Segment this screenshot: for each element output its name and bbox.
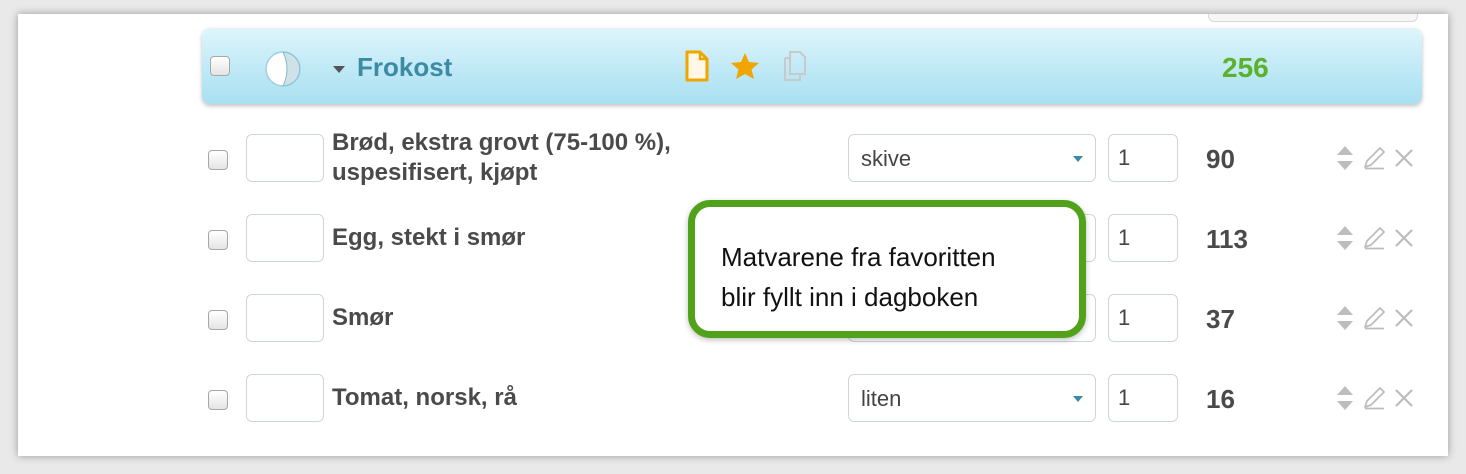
sort-icon[interactable] xyxy=(1336,384,1354,412)
callout-box: Matvarene fra favoritten blir fyllt inn … xyxy=(688,200,1086,338)
row-checkbox[interactable] xyxy=(208,150,228,170)
sort-icon[interactable] xyxy=(1336,144,1354,172)
star-icon[interactable] xyxy=(730,52,760,80)
food-row: Tomat, norsk, rå liten 16 xyxy=(202,362,1422,434)
dropdown-arrow-icon xyxy=(1073,156,1083,162)
food-name: Brød, ekstra grovt (75-100 %), uspesifis… xyxy=(332,122,802,194)
food-row: Brød, ekstra grovt (75-100 %), uspesifis… xyxy=(202,122,1422,194)
meal-title[interactable]: Frokost xyxy=(357,52,452,83)
row-kcal: 37 xyxy=(1206,304,1235,334)
pencil-icon[interactable] xyxy=(1362,146,1386,170)
food-name-line: Smør xyxy=(332,304,394,331)
food-name-line: Brød, ekstra grovt (75-100 %), xyxy=(332,129,671,156)
food-image-box[interactable] xyxy=(246,214,324,262)
document-icon[interactable] xyxy=(684,50,710,82)
close-icon[interactable] xyxy=(1394,228,1414,248)
meal-header: Frokost 256 xyxy=(202,28,1422,104)
callout-line: blir fyllt inn i dagboken xyxy=(721,282,979,312)
quantity-input[interactable] xyxy=(1108,134,1178,182)
unit-select-value: skive xyxy=(861,146,912,171)
sort-icon[interactable] xyxy=(1336,224,1354,252)
unit-select[interactable]: skive xyxy=(848,134,1096,182)
close-icon[interactable] xyxy=(1394,308,1414,328)
row-checkbox[interactable] xyxy=(208,310,228,330)
food-image-box[interactable] xyxy=(246,294,324,342)
meal-checkbox[interactable] xyxy=(210,56,230,76)
quantity-input[interactable] xyxy=(1108,294,1178,342)
copy-icon[interactable] xyxy=(782,50,808,82)
food-name-line: Tomat, norsk, rå xyxy=(332,384,517,411)
close-icon[interactable] xyxy=(1394,148,1414,168)
food-name-line: Egg, stekt i smør xyxy=(332,224,526,251)
row-kcal: 16 xyxy=(1206,384,1235,414)
food-image-box[interactable] xyxy=(246,134,324,182)
row-checkbox[interactable] xyxy=(208,230,228,250)
close-icon[interactable] xyxy=(1394,388,1414,408)
food-image-box[interactable] xyxy=(246,374,324,422)
sort-icon[interactable] xyxy=(1336,304,1354,332)
top-input-partial[interactable] xyxy=(1208,14,1418,22)
food-name: Tomat, norsk, rå xyxy=(332,362,802,434)
food-name-line: uspesifisert, kjøpt xyxy=(332,159,538,186)
caret-down-icon[interactable] xyxy=(333,66,345,73)
diary-panel: Frokost 256 Brød, ekstra grovt (75-100 %… xyxy=(18,14,1448,456)
callout-line: Matvarene fra favoritten xyxy=(721,242,996,272)
row-kcal: 113 xyxy=(1206,224,1248,254)
dropdown-arrow-icon xyxy=(1073,396,1083,402)
row-kcal: 90 xyxy=(1206,144,1235,174)
unit-select-value: liten xyxy=(861,386,902,411)
pencil-icon[interactable] xyxy=(1362,226,1386,250)
quantity-input[interactable] xyxy=(1108,374,1178,422)
quantity-input[interactable] xyxy=(1108,214,1178,262)
pencil-icon[interactable] xyxy=(1362,306,1386,330)
unit-select[interactable]: liten xyxy=(848,374,1096,422)
pie-chart-icon[interactable] xyxy=(264,50,302,88)
row-checkbox[interactable] xyxy=(208,390,228,410)
pencil-icon[interactable] xyxy=(1362,386,1386,410)
meal-total-kcal: 256 xyxy=(1222,52,1269,83)
